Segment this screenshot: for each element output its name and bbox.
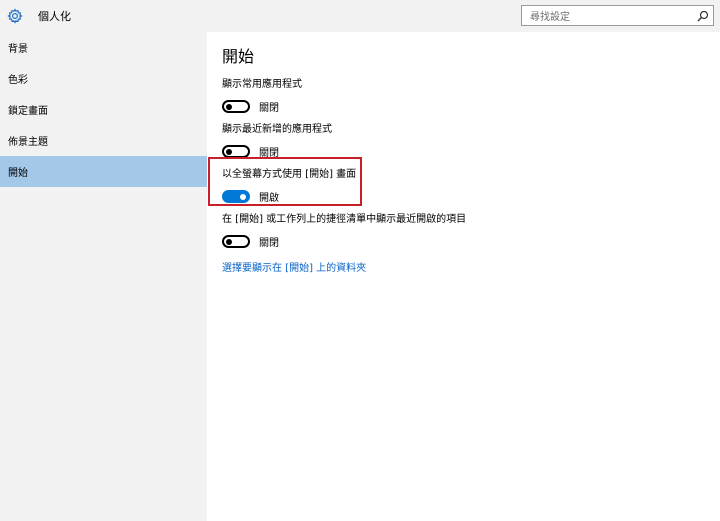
sidebar-item-lock-screen[interactable]: 鎖定畫面	[0, 94, 207, 125]
choose-folders-link[interactable]: 選擇要顯示在 [開始] 上的資料夾	[222, 259, 366, 274]
main-content: 開始 顯示常用應用程式 關閉 顯示最近新增的應用程式 關閉 以全螢幕方式使用 […	[222, 32, 702, 274]
page-title: 開始	[222, 47, 255, 66]
highlight-box	[208, 157, 362, 206]
sidebar-item-label: 色彩	[8, 75, 28, 86]
sidebar-item-label: 背景	[8, 44, 28, 55]
setting-show-recently-added: 顯示最近新增的應用程式 關閉	[222, 123, 332, 159]
setting-show-most-used: 顯示常用應用程式 關閉	[222, 78, 302, 114]
sidebar-item-colors[interactable]: 色彩	[0, 63, 207, 94]
toggle-knob	[226, 103, 232, 110]
sidebar-item-label: 開始	[8, 168, 28, 179]
toggle-state: 關閉	[259, 238, 279, 249]
toggle-switch[interactable]	[222, 235, 250, 248]
search-input[interactable]: 尋找設定	[522, 8, 693, 23]
setting-label: 顯示最近新增的應用程式	[222, 124, 332, 135]
sidebar-item-background[interactable]: 背景	[0, 32, 207, 63]
setting-label: 在 [開始] 或工作列上的捷徑清單中顯示最近開啟的項目	[222, 214, 467, 225]
sidebar-item-label: 鎖定畫面	[8, 106, 48, 117]
setting-show-recent-items: 在 [開始] 或工作列上的捷徑清單中顯示最近開啟的項目 關閉	[222, 213, 466, 249]
gear-icon	[6, 7, 24, 25]
search-icon[interactable]	[693, 6, 713, 25]
setting-label: 顯示常用應用程式	[222, 79, 302, 90]
search-box[interactable]: 尋找設定	[521, 5, 714, 26]
app-title: 個人化	[38, 10, 71, 23]
sidebar-item-label: 佈景主題	[8, 137, 48, 148]
sidebar-item-start[interactable]: 開始	[0, 156, 207, 187]
toggle-knob	[226, 238, 232, 245]
toggle-knob	[226, 148, 232, 155]
sidebar: 背景 色彩 鎖定畫面 佈景主題 開始	[0, 32, 207, 521]
toggle-state: 關閉	[259, 103, 279, 114]
toggle-switch[interactable]	[222, 100, 250, 113]
sidebar-item-themes[interactable]: 佈景主題	[0, 125, 207, 156]
